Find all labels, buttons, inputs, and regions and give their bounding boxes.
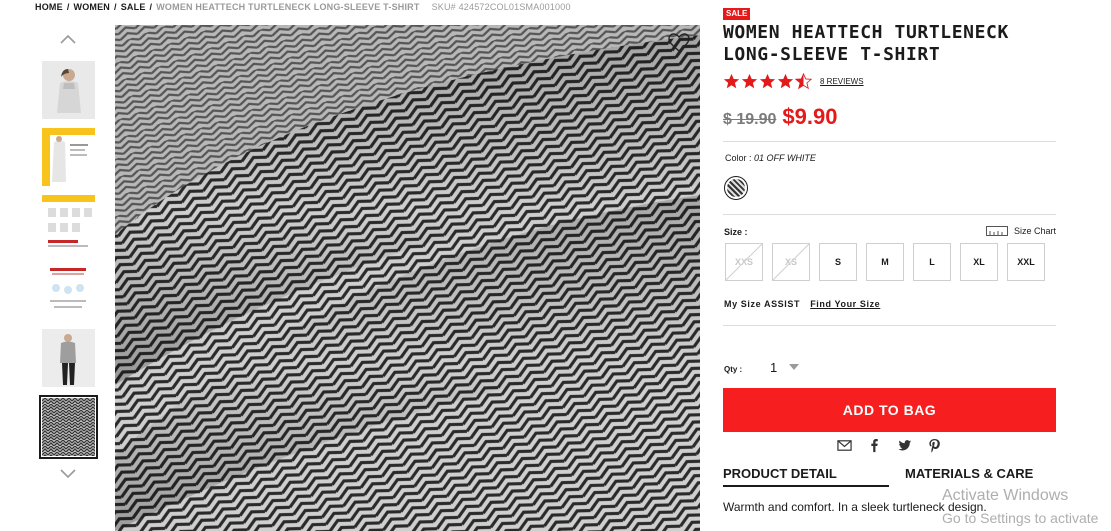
size-option-m[interactable]: M xyxy=(866,243,904,281)
color-swatch-off-white[interactable] xyxy=(724,176,748,200)
quantity-value: 1 xyxy=(770,359,778,375)
breadcrumb-separator: / xyxy=(66,2,70,12)
ruler-icon xyxy=(986,226,1008,236)
sale-badge: SALE xyxy=(723,8,751,20)
pinterest-icon xyxy=(928,438,940,453)
add-to-bag-button[interactable]: ADD TO BAG xyxy=(723,388,1056,432)
thumbnail-down-button[interactable] xyxy=(58,463,78,483)
product-title-line-2: LONG-SLEEVE T-SHIRT xyxy=(723,44,941,65)
facebook-icon xyxy=(870,438,878,452)
chevron-down-icon xyxy=(60,469,76,479)
breadcrumb-current: WOMEN HEATTECH TURTLENECK LONG-SLEEVE T-… xyxy=(156,2,420,12)
size-option-xxs[interactable]: XXS xyxy=(725,243,763,281)
quantity-select[interactable]: 1 xyxy=(770,358,810,376)
thumbnail-fabric[interactable] xyxy=(39,395,98,459)
price-row: $ 19.90 $9.90 xyxy=(723,104,837,130)
size-chart-label: Size Chart xyxy=(1014,226,1057,236)
divider xyxy=(723,325,1056,326)
strike-through-icon xyxy=(726,244,762,280)
caret-down-icon xyxy=(789,364,800,370)
share-icons xyxy=(836,437,956,453)
mysize-assist: My Size ASSIST Find Your Size xyxy=(724,299,880,309)
product-tabs: PRODUCT DETAIL MATERIALS & CARE xyxy=(723,466,1056,487)
breadcrumb-separator: / xyxy=(114,2,117,12)
breadcrumb-sale[interactable]: SALE xyxy=(121,2,146,12)
color-label-text: Color : xyxy=(725,153,752,163)
size-option-xxl[interactable]: XXL xyxy=(1007,243,1045,281)
size-chart-link[interactable]: Size Chart xyxy=(986,226,1056,236)
size-options: XXS XS S M L XL XXL xyxy=(725,243,1054,281)
mysize-label: My Size ASSIST xyxy=(724,299,801,309)
size-option-s[interactable]: S xyxy=(819,243,857,281)
breadcrumb-women[interactable]: WOMEN xyxy=(74,2,111,12)
chevron-up-icon xyxy=(60,34,76,44)
sku-label: SKU# 424572COL01SMA001000 xyxy=(431,2,571,12)
thumbnail-infographic-1[interactable] xyxy=(42,128,95,186)
twitter-share-button[interactable] xyxy=(896,437,912,453)
product-description: Warmth and comfort. In a sleek turtlenec… xyxy=(723,500,987,514)
wishlist-heart-icon[interactable] xyxy=(668,33,690,53)
color-value: 01 OFF WHITE xyxy=(754,153,816,163)
product-title: WOMEN HEATTECH TURTLENECK LONG-SLEEVE T-… xyxy=(723,22,1063,66)
reviews-link[interactable]: 8 REVIEWS xyxy=(820,77,864,86)
star-half-icon xyxy=(795,73,812,90)
thumbnail-model-full[interactable] xyxy=(42,329,95,387)
product-title-line-1: WOMEN HEATTECH TURTLENECK xyxy=(723,22,1009,43)
thumbnail-up-button[interactable] xyxy=(58,30,78,50)
size-label: Size : xyxy=(724,227,748,237)
star-full-icon xyxy=(777,73,794,89)
original-price: $ 19.90 xyxy=(723,111,777,128)
breadcrumb-home[interactable]: HOME xyxy=(35,2,63,12)
envelope-icon xyxy=(836,439,852,451)
main-product-image[interactable] xyxy=(115,25,700,531)
pinterest-share-button[interactable] xyxy=(926,437,942,453)
email-share-button[interactable] xyxy=(836,437,852,453)
size-option-l[interactable]: L xyxy=(913,243,951,281)
star-full-icon xyxy=(723,73,740,89)
facebook-share-button[interactable] xyxy=(866,437,882,453)
rating-stars: 8 REVIEWS xyxy=(723,73,864,90)
tab-product-detail[interactable]: PRODUCT DETAIL xyxy=(723,466,889,487)
breadcrumb: HOME / WOMEN / SALE / WOMEN HEATTECH TUR… xyxy=(35,0,571,14)
thumbnail-infographic-3[interactable] xyxy=(42,262,95,320)
sale-price: $9.90 xyxy=(782,104,838,129)
divider xyxy=(723,141,1056,142)
star-full-icon xyxy=(759,73,776,89)
divider xyxy=(723,214,1056,215)
thumbnail-model-front[interactable] xyxy=(42,61,95,119)
thumbnail-infographic-2[interactable] xyxy=(42,195,95,253)
size-option-xl[interactable]: XL xyxy=(960,243,998,281)
twitter-icon xyxy=(897,439,911,450)
quantity-label: Qty : xyxy=(724,365,743,374)
color-label: Color : 01 OFF WHITE xyxy=(725,153,816,163)
strike-through-icon xyxy=(773,244,809,280)
size-option-xs[interactable]: XS xyxy=(772,243,810,281)
find-your-size-link[interactable]: Find Your Size xyxy=(810,299,880,309)
breadcrumb-separator: / xyxy=(149,2,153,12)
tab-materials-care[interactable]: MATERIALS & CARE xyxy=(905,466,1033,487)
star-full-icon xyxy=(741,73,758,89)
